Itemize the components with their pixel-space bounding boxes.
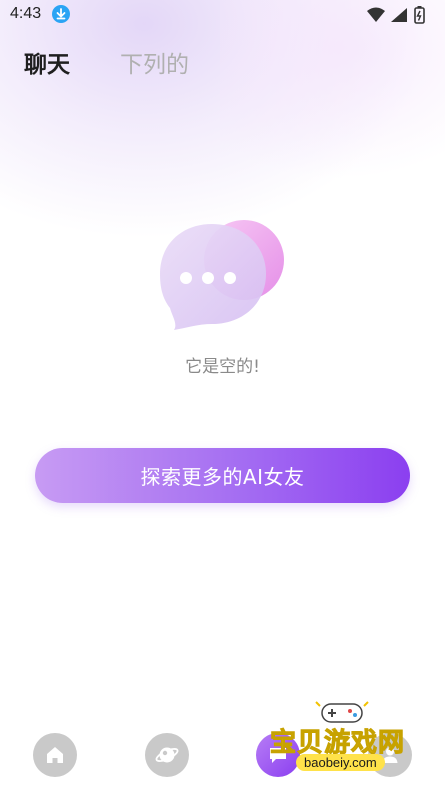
home-icon: [47, 747, 63, 763]
app-screen: 4:43 聊天 下列的 它是空的! 探索更多的AI女友 宝贝游戏网 baobei…: [0, 0, 445, 791]
nav-home-button[interactable]: [33, 733, 77, 777]
tab-following[interactable]: 下列的: [120, 48, 189, 82]
watermark: 宝贝游戏网 baobeiy.com: [268, 696, 418, 780]
battery-icon: [414, 6, 425, 24]
tab-chat[interactable]: 聊天: [24, 48, 70, 82]
chat-bubbles-icon: [158, 216, 288, 334]
watermark-url: baobeiy.com: [296, 754, 385, 771]
status-time: 4:43: [10, 5, 42, 22]
background-glow: [0, 0, 430, 240]
status-bar: 4:43: [0, 0, 445, 30]
status-icons: [365, 5, 435, 25]
download-icon: [52, 5, 70, 23]
wifi-icon: [367, 7, 385, 22]
explore-more-button[interactable]: 探索更多的AI女友: [35, 448, 410, 503]
planet-icon: [155, 747, 179, 763]
empty-state-message: 它是空的!: [185, 357, 260, 377]
explore-more-label: 探索更多的AI女友: [140, 465, 305, 489]
nav-discover-button[interactable]: [145, 733, 189, 777]
signal-icon: [391, 8, 407, 22]
